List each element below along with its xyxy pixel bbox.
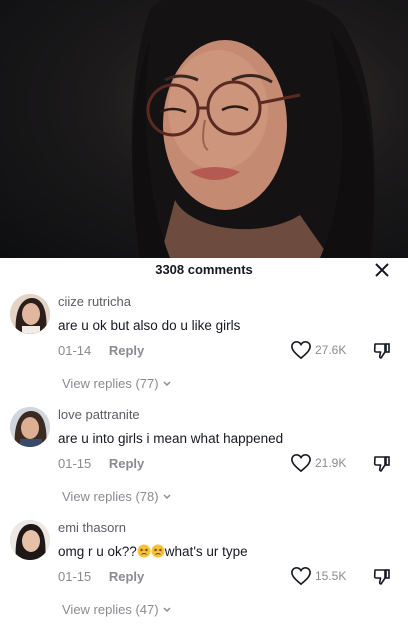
comments-count-title: 3308 comments	[155, 262, 253, 277]
video-frame[interactable]	[0, 0, 408, 258]
persevering-face-icon	[151, 544, 165, 558]
heart-outline-icon	[291, 453, 311, 473]
like-button[interactable]: 27.6K	[290, 340, 346, 360]
like-button[interactable]: 15.5K	[290, 566, 346, 586]
comment-item: love pattranite are u into girls i mean …	[0, 399, 408, 512]
comment-username[interactable]: love pattranite	[58, 407, 140, 422]
chevron-down-icon	[163, 607, 171, 613]
reply-button[interactable]: Reply	[109, 343, 144, 358]
avatar[interactable]	[10, 407, 50, 447]
comment-meta: 01-14 Reply	[58, 343, 144, 358]
view-replies-label: View replies (47)	[62, 602, 159, 617]
like-count: 27.6K	[315, 343, 347, 357]
heart-outline-icon	[291, 340, 311, 360]
comment-item: ciize rutricha are u ok but also do u li…	[0, 286, 408, 399]
view-replies-label: View replies (77)	[62, 376, 159, 391]
like-count: 21.9K	[315, 456, 347, 470]
like-count: 15.5K	[315, 569, 347, 583]
close-icon[interactable]	[372, 260, 392, 280]
avatar-image	[10, 407, 50, 447]
comment-text: omg r u ok?? what's ur type	[58, 544, 248, 559]
avatar[interactable]	[10, 520, 50, 560]
like-button[interactable]: 21.9K	[290, 453, 346, 473]
thumbs-down-outline-icon[interactable]	[372, 567, 392, 587]
comment-text: are u into girls i mean what happened	[58, 431, 284, 446]
comment-meta: 01-15 Reply	[58, 569, 144, 584]
heart-outline-icon	[291, 566, 311, 586]
comment-text-end: what's ur type	[164, 544, 248, 559]
reply-button[interactable]: Reply	[109, 456, 144, 471]
comments-header: 3308 comments	[0, 258, 408, 282]
avatar-image	[10, 294, 50, 334]
chevron-down-icon	[163, 494, 171, 500]
view-replies-button[interactable]: View replies (78)	[62, 489, 172, 504]
comment-username[interactable]: ciize rutricha	[58, 294, 131, 309]
comment-date: 01-15	[58, 456, 92, 471]
view-replies-button[interactable]: View replies (47)	[62, 602, 172, 617]
thumbs-down-outline-icon[interactable]	[372, 454, 392, 474]
comment-date: 01-15	[58, 569, 92, 584]
avatar-image	[10, 520, 50, 560]
avatar[interactable]	[10, 294, 50, 334]
view-replies-label: View replies (78)	[62, 489, 159, 504]
video-still-image	[131, 0, 375, 258]
comment-text-start: omg r u ok??	[58, 544, 137, 559]
comment-item: emi thasorn omg r u ok?? what's ur type 0…	[0, 512, 408, 624]
reply-button[interactable]: Reply	[109, 569, 144, 584]
comment-date: 01-14	[58, 343, 92, 358]
comment-text: are u ok but also do u like girls	[58, 318, 241, 333]
thumbs-down-outline-icon[interactable]	[372, 341, 392, 361]
persevering-face-icon	[137, 544, 151, 558]
view-replies-button[interactable]: View replies (77)	[62, 376, 172, 391]
comment-meta: 01-15 Reply	[58, 456, 144, 471]
comments-panel: 3308 comments ciize rutricha are u ok bu…	[0, 258, 408, 624]
comment-username[interactable]: emi thasorn	[58, 520, 126, 535]
chevron-down-icon	[163, 381, 171, 387]
persevering-face-emoji	[137, 544, 165, 559]
